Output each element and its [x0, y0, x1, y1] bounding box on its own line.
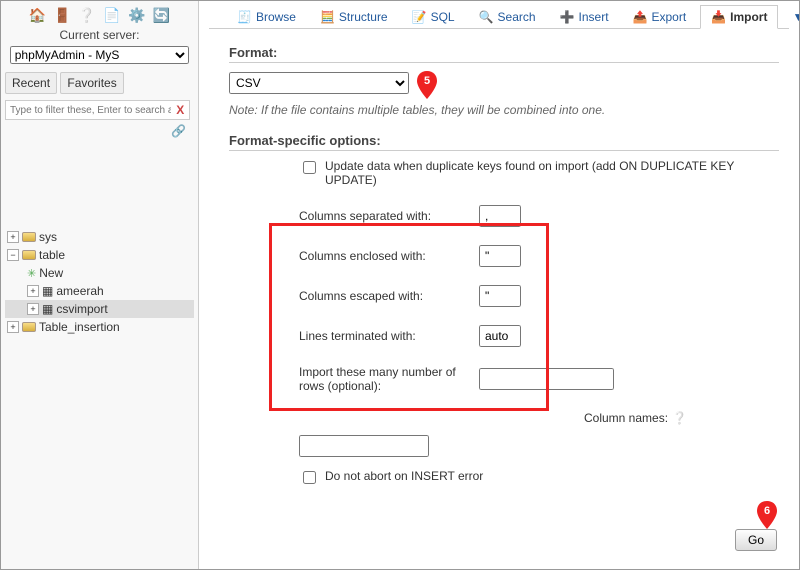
no-abort-checkbox[interactable] [303, 471, 316, 484]
tab-export[interactable]: 📤Export [623, 5, 697, 28]
export-icon: 📤 [633, 10, 648, 24]
top-tabs: 🧾Browse 🧮Structure 📝SQL 🔍Search ➕Insert … [209, 1, 789, 29]
tree-db-sys[interactable]: + sys [5, 228, 194, 246]
import-rows-label: Import these many number of rows (option… [299, 365, 479, 393]
server-select[interactable]: phpMyAdmin - MyS [10, 46, 190, 64]
tab-more[interactable]: ▼More [782, 5, 799, 28]
annotation-pin-5: 5 [415, 71, 439, 95]
chevron-down-icon: ▼ [792, 10, 799, 24]
settings-icon[interactable]: ⚙️ [128, 7, 145, 23]
tree-label: sys [39, 230, 57, 244]
tree-label: New [39, 266, 63, 280]
expand-icon[interactable]: + [7, 231, 19, 243]
tab-import[interactable]: 📥 Import [700, 5, 778, 29]
database-icon [22, 232, 36, 242]
current-server-label: Current server: [5, 28, 194, 42]
tab-label: Import [730, 10, 767, 24]
reload-icon[interactable]: 🔄 [153, 7, 170, 23]
table-icon: ▦ [42, 284, 53, 298]
tab-label: Insert [579, 10, 609, 24]
sidebar: 🏠 🚪 ❔ 📄 ⚙️ 🔄 Current server: phpMyAdmin … [1, 1, 199, 569]
column-names-input[interactable] [299, 435, 429, 457]
collapse-icon[interactable]: − [7, 249, 19, 261]
browse-icon: 🧾 [237, 10, 252, 24]
lines-terminated-label: Lines terminated with: [299, 329, 479, 343]
database-icon [22, 250, 36, 260]
filter-wrap: X [5, 100, 190, 120]
cols-separated-input[interactable] [479, 205, 521, 227]
insert-icon: ➕ [560, 10, 575, 24]
sidebar-shortcut-row: 🏠 🚪 ❔ 📄 ⚙️ 🔄 [5, 7, 194, 24]
sql-icon[interactable]: 📄 [103, 7, 120, 23]
sql-tab-icon: 📝 [412, 10, 427, 24]
recent-tab[interactable]: Recent [5, 72, 57, 94]
filter-clear-icon[interactable]: X [173, 103, 187, 117]
cols-enclosed-label: Columns enclosed with: [299, 249, 479, 263]
format-select[interactable]: CSV [229, 72, 409, 94]
options-heading: Format-specific options: [229, 133, 779, 151]
import-icon: 📥 [711, 10, 726, 24]
help-icon[interactable]: ❔ [78, 7, 95, 23]
import-rows-input[interactable] [479, 368, 614, 390]
link-icon[interactable]: 🔗 [5, 120, 194, 138]
cols-separated-label: Columns separated with: [299, 209, 479, 223]
options-area: Update data when duplicate keys found on… [299, 159, 789, 425]
sidebar-tabs: Recent Favorites [5, 72, 194, 94]
tab-label: Browse [256, 10, 296, 24]
expand-icon[interactable]: + [27, 303, 39, 315]
db-tree: + sys − table ✳ New + ▦ ameerah + ▦ csvi… [5, 228, 194, 336]
tab-insert[interactable]: ➕ Insert [550, 5, 619, 28]
help-icon[interactable]: ❔ [672, 411, 687, 425]
database-icon [22, 322, 36, 332]
tab-search[interactable]: 🔍 Search [469, 5, 546, 28]
update-duplicate-label: Update data when duplicate keys found on… [325, 159, 789, 187]
new-icon: ✳ [27, 267, 36, 280]
lines-terminated-input[interactable] [479, 325, 521, 347]
tree-label: ameerah [56, 284, 103, 298]
table-icon: ▦ [42, 302, 53, 316]
format-heading: Format: [229, 45, 779, 63]
expand-icon[interactable]: + [7, 321, 19, 333]
main-panel: 🧾Browse 🧮Structure 📝SQL 🔍Search ➕Insert … [199, 1, 799, 569]
cols-escaped-label: Columns escaped with: [299, 289, 479, 303]
annotation-pin-6: 6 [755, 501, 779, 525]
no-abort-label: Do not abort on INSERT error [325, 469, 483, 483]
tree-tbl-csvimport[interactable]: + ▦ csvimport [5, 300, 194, 318]
expand-icon[interactable]: + [27, 285, 39, 297]
tree-new[interactable]: ✳ New [5, 264, 194, 282]
tree-label: Table_insertion [39, 320, 120, 334]
favorites-tab[interactable]: Favorites [60, 72, 123, 94]
tree-label: csvimport [56, 302, 107, 316]
tab-label: SQL [431, 10, 455, 24]
tree-tbl-ameerah[interactable]: + ▦ ameerah [5, 282, 194, 300]
cols-enclosed-input[interactable] [479, 245, 521, 267]
column-names-label: Column names: [584, 411, 668, 425]
tab-label: Export [651, 10, 686, 24]
tab-label: Structure [339, 10, 388, 24]
filter-input[interactable] [8, 104, 173, 117]
structure-icon: 🧮 [320, 10, 335, 24]
go-button[interactable]: Go [735, 529, 777, 551]
exit-icon[interactable]: 🚪 [54, 7, 71, 23]
update-duplicate-checkbox[interactable] [303, 161, 316, 174]
cols-escaped-input[interactable] [479, 285, 521, 307]
format-note: Note: If the file contains multiple tabl… [229, 103, 789, 117]
tab-structure[interactable]: 🧮 Structure [310, 5, 398, 28]
tab-label: Search [498, 10, 536, 24]
tree-db-table-insertion[interactable]: + Table_insertion [5, 318, 194, 336]
tab-sql[interactable]: 📝 SQL [402, 5, 465, 28]
tree-db-table[interactable]: − table [5, 246, 194, 264]
home-icon[interactable]: 🏠 [29, 7, 46, 23]
tree-label: table [39, 248, 65, 262]
tab-browse[interactable]: 🧾 Browse [227, 5, 306, 28]
search-icon: 🔍 [479, 10, 494, 24]
